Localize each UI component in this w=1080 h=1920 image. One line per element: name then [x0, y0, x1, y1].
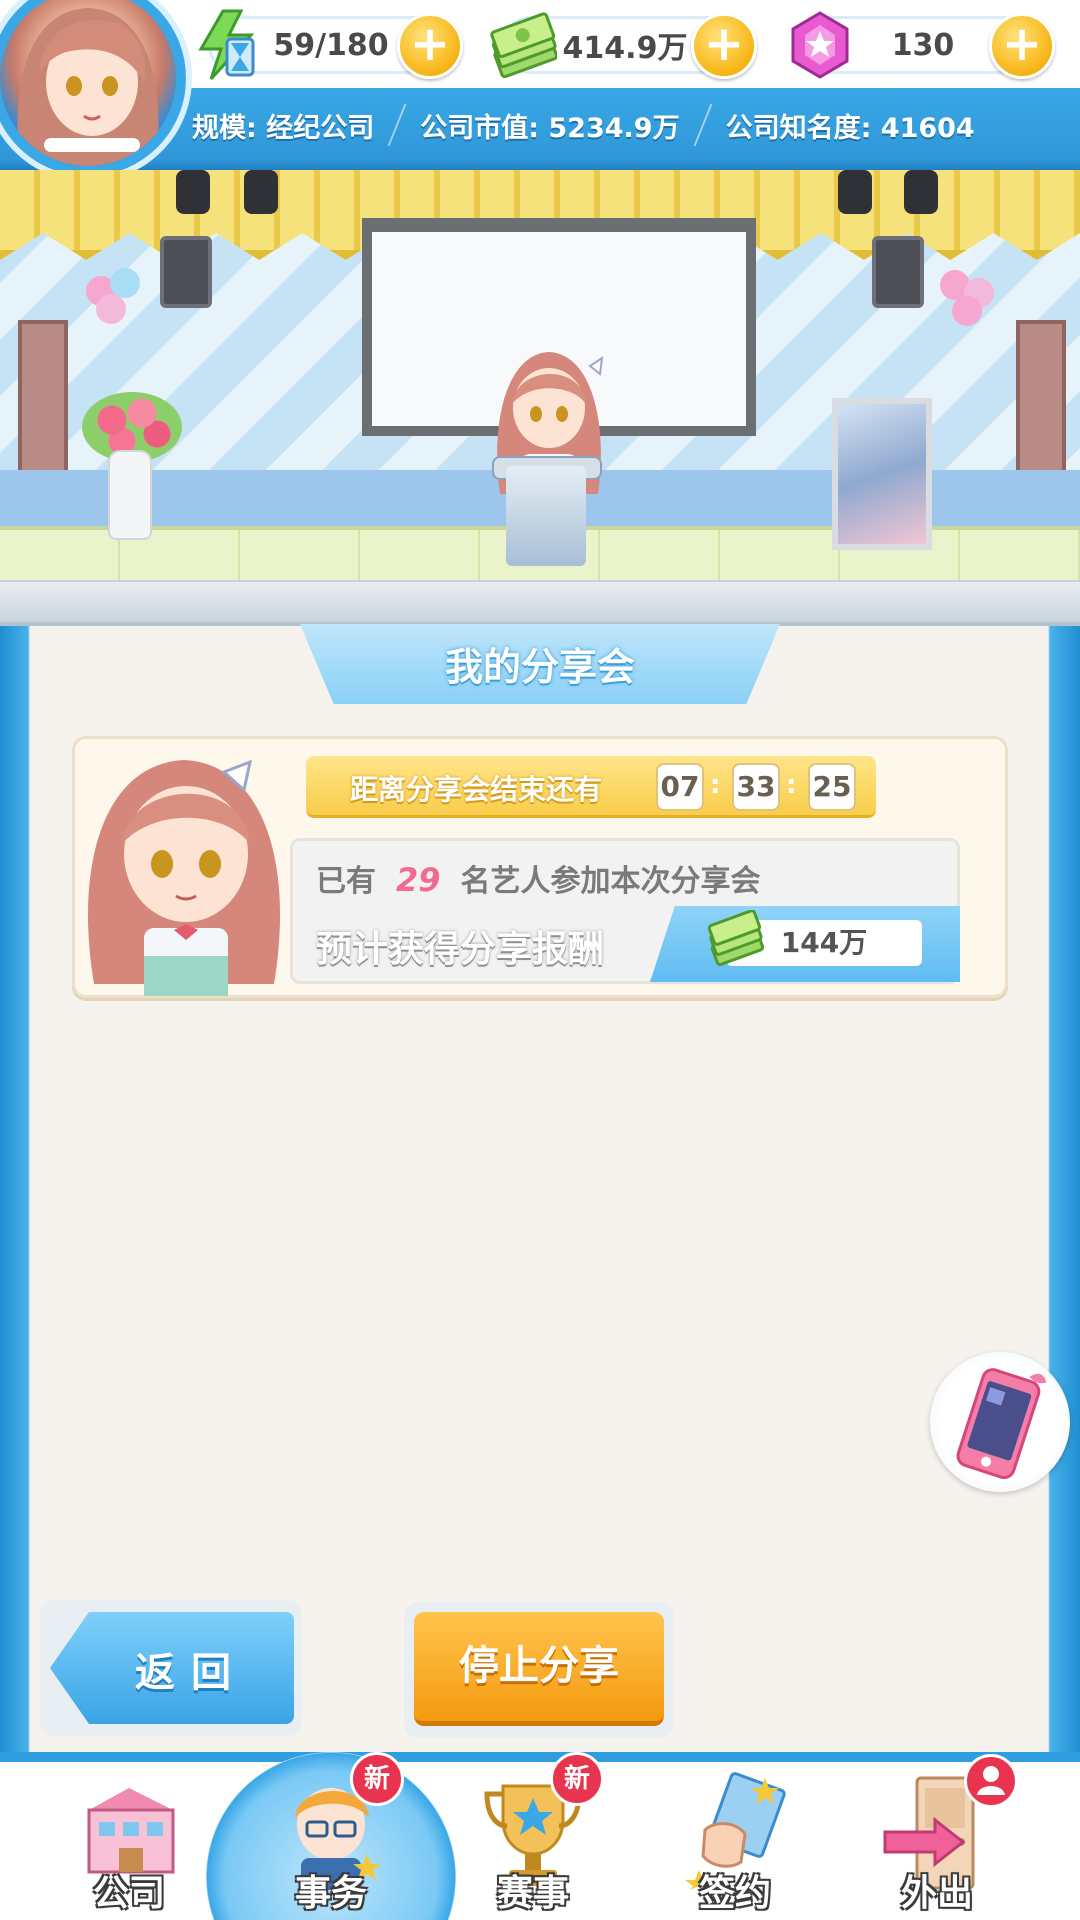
participants-line: 已有 29 名艺人参加本次分享会 — [316, 856, 761, 900]
money-counter: 414.9万 + — [490, 12, 757, 79]
speaker-icon — [872, 236, 924, 308]
timer-label: 距离分享会结束还有 — [349, 773, 602, 806]
company-fame: 公司知名度: 41604 — [725, 112, 975, 144]
pink-gem-icon — [791, 11, 849, 79]
participants-suffix: 名艺人参加本次分享会 — [460, 864, 761, 899]
nav-events[interactable]: 赛事 新 — [448, 1752, 618, 1920]
host-character-icon — [88, 759, 280, 996]
timer-minutes: 33 — [732, 763, 780, 811]
gem-counter: 130 + — [791, 11, 1055, 79]
poster-frame — [832, 398, 932, 550]
reward-label: 预计获得分享报酬 — [316, 929, 605, 970]
new-badge: 新 — [350, 1752, 404, 1806]
reward-value: 144万 — [780, 926, 868, 959]
panel-title: 我的分享会 — [444, 645, 635, 689]
nav-outing-label: 外出 — [900, 1873, 973, 1914]
cash-stack-icon — [707, 910, 764, 966]
timer-colon: : — [786, 770, 797, 800]
stage-scene — [0, 170, 1080, 590]
add-stamina-button[interactable]: + — [397, 13, 463, 79]
character-portrait-icon — [17, 8, 159, 166]
participants-count: 29 — [396, 861, 441, 899]
cash-stack-icon — [490, 12, 557, 79]
spotlight-icon — [838, 170, 872, 214]
balloon-icon — [96, 294, 126, 324]
stop-sharing-button[interactable]: 停止分享 — [414, 1612, 664, 1726]
timer-colon: : — [710, 770, 721, 800]
participants-prefix: 已有 — [316, 864, 376, 899]
nav-affairs-label: 事务 — [294, 1873, 367, 1914]
nav-events-label: 赛事 — [496, 1873, 569, 1914]
add-gems-button[interactable]: + — [989, 13, 1055, 79]
add-money-button[interactable]: + — [691, 13, 757, 79]
spotlight-icon — [176, 170, 210, 214]
person-badge — [964, 1754, 1018, 1808]
nav-contract[interactable]: 签约 — [650, 1770, 820, 1920]
company-scale: 规模: 经纪公司 — [192, 112, 375, 144]
panel-frame-top — [0, 582, 1080, 626]
timer-hours: 07 — [656, 763, 704, 811]
person-icon — [977, 1766, 1005, 1795]
balloon-icon — [952, 296, 982, 326]
podium-icon — [506, 466, 586, 566]
phone-button[interactable] — [930, 1352, 1070, 1492]
company-info-strip: 规模: 经纪公司 公司市值: 5234.9万 公司知名度: 41604 — [170, 98, 1080, 152]
nav-affairs[interactable]: 事务 新 — [246, 1752, 416, 1920]
nav-company[interactable]: 公司 — [44, 1770, 214, 1920]
spotlight-icon — [244, 170, 278, 214]
company-market-value: 公司市值: 5234.9万 — [420, 112, 680, 144]
speaker-icon — [160, 236, 212, 308]
timer-seconds: 25 — [808, 763, 856, 811]
stamina-counter: 59/180 + — [198, 9, 463, 81]
new-badge: 新 — [550, 1752, 604, 1806]
back-button-label[interactable]: 返回 — [96, 1640, 286, 1698]
nav-outing[interactable]: 外出 — [852, 1754, 1022, 1920]
vase-icon — [108, 450, 152, 540]
lightning-hourglass-icon — [198, 9, 255, 81]
pink-phone-icon — [956, 1368, 1047, 1480]
nav-contract-label: 签约 — [698, 1873, 771, 1914]
spotlight-icon — [904, 170, 938, 214]
nav-company-label: 公司 — [92, 1873, 165, 1914]
